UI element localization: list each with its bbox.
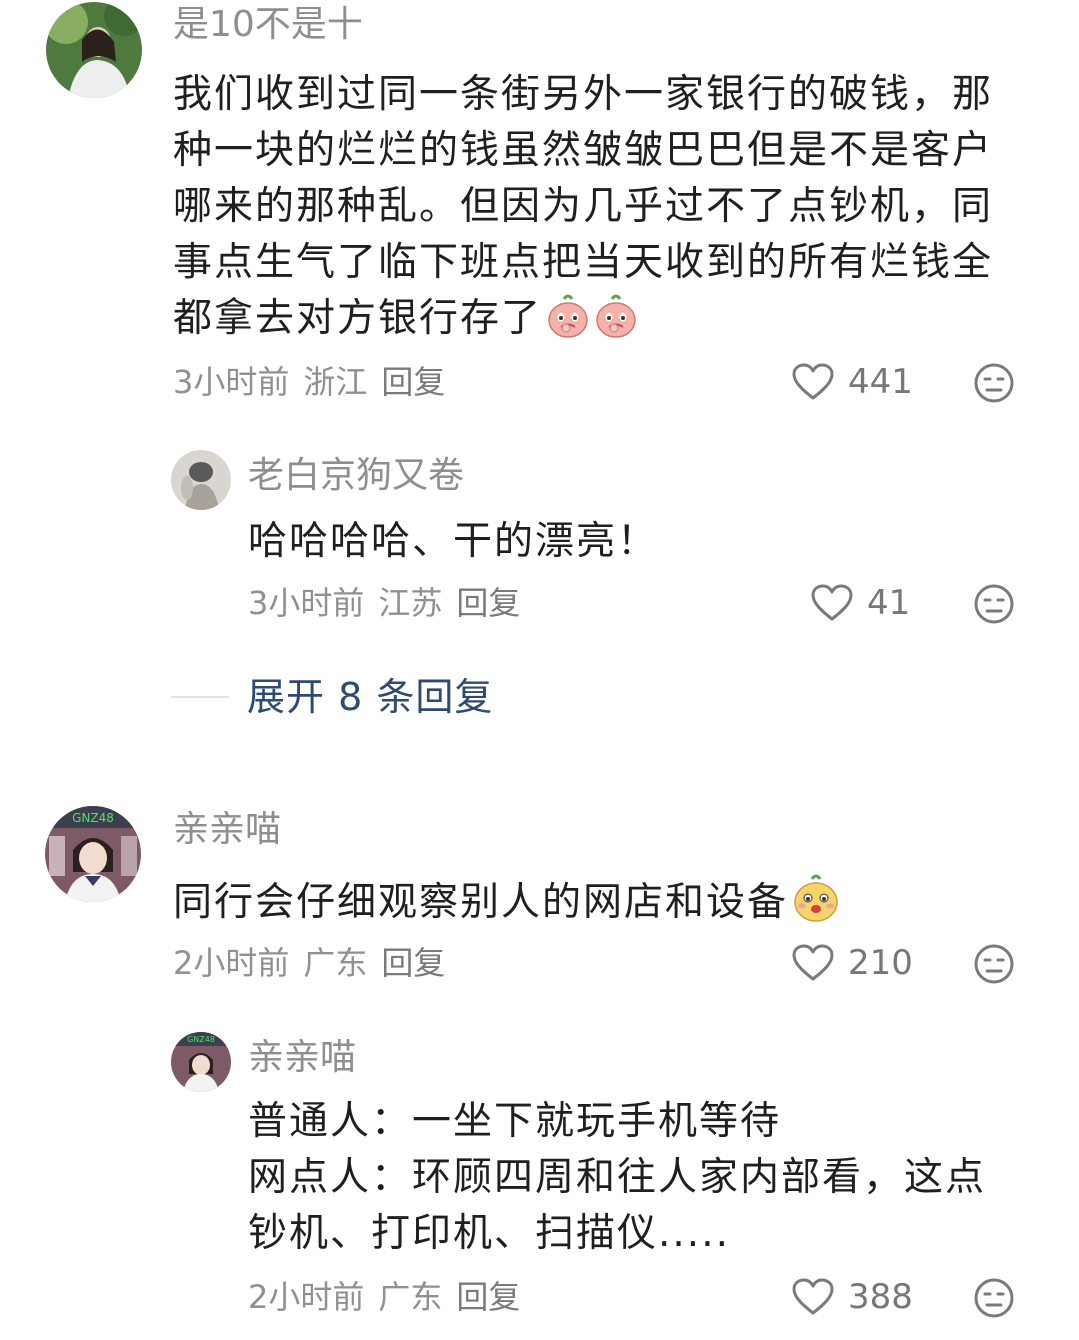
like-count: 441: [848, 362, 913, 402]
like-button[interactable]: 210: [792, 943, 913, 983]
avatar[interactable]: [46, 2, 142, 98]
reply-button[interactable]: 回复: [456, 584, 520, 622]
reply-text: 哈哈哈哈、干的漂亮！: [248, 519, 659, 564]
reply-text: 普通人：一坐下就玩手机等待 网点人：环顾四周和往人家内部看，这点钞机、打印机、扫…: [248, 1099, 987, 1256]
comment-time: 3小时前: [248, 584, 365, 622]
yellow-bun-emoji: [792, 873, 840, 939]
comment-location: 广东: [378, 1278, 443, 1316]
heart-icon: [792, 944, 834, 981]
comment-username[interactable]: 是10不是十: [173, 3, 363, 47]
comment-text: 我们收到过同一条街另外一家银行的破钱，那种一块的烂烂的钱虽然皱皱巴巴但是不是客户…: [173, 67, 1018, 355]
reply-meta: 2小时前 广东 回复: [248, 1277, 520, 1317]
reply-username[interactable]: 老白京狗又卷: [248, 454, 464, 498]
avatar[interactable]: GNZ48: [45, 806, 141, 902]
reply-button[interactable]: 回复: [381, 363, 445, 401]
dislike-icon[interactable]: [973, 1277, 1015, 1319]
reply-button[interactable]: 回复: [381, 944, 445, 982]
like-button[interactable]: 41: [811, 583, 910, 623]
heart-icon: [792, 1278, 834, 1315]
avatar-badge: GNZ48: [72, 811, 114, 825]
expand-replies-label: 展开 8 条回复: [247, 675, 494, 719]
comment-username[interactable]: 亲亲喵: [173, 808, 281, 852]
comment-text-content: 同行会仔细观察别人的网店和设备: [173, 880, 789, 925]
comment-time: 2小时前: [173, 944, 290, 982]
comment-text: 同行会仔细观察别人的网店和设备: [173, 873, 1018, 939]
avatar[interactable]: GNZ48: [171, 1032, 231, 1092]
comment-time: 3小时前: [173, 363, 290, 401]
comment-meta: 3小时前 浙江 回复: [173, 362, 445, 402]
dislike-icon[interactable]: [973, 943, 1015, 985]
dislike-icon[interactable]: [973, 362, 1015, 404]
divider: [171, 696, 229, 698]
reply-username[interactable]: 亲亲喵: [248, 1036, 356, 1080]
comment-time: 2小时前: [248, 1278, 365, 1316]
like-button[interactable]: 441: [792, 362, 913, 402]
dislike-icon[interactable]: [973, 583, 1015, 625]
avatar-badge: GNZ48: [187, 1035, 215, 1044]
expand-replies-button[interactable]: 展开 8 条回复: [171, 675, 493, 719]
comment-meta: 2小时前 广东 回复: [173, 943, 445, 983]
comment-location: 广东: [303, 944, 368, 982]
pink-bun-emoji: [546, 293, 590, 355]
reply-meta: 3小时前 江苏 回复: [248, 583, 520, 623]
pink-bun-emoji: [594, 293, 638, 355]
avatar[interactable]: [171, 450, 231, 510]
like-count: 41: [867, 583, 911, 623]
heart-icon: [792, 363, 834, 400]
heart-icon: [811, 584, 853, 621]
comment-location: 江苏: [378, 584, 443, 622]
like-button[interactable]: 388: [792, 1277, 913, 1317]
like-count: 210: [848, 943, 913, 983]
like-count: 388: [848, 1277, 913, 1317]
reply-button[interactable]: 回复: [456, 1278, 520, 1316]
comment-location: 浙江: [303, 363, 368, 401]
